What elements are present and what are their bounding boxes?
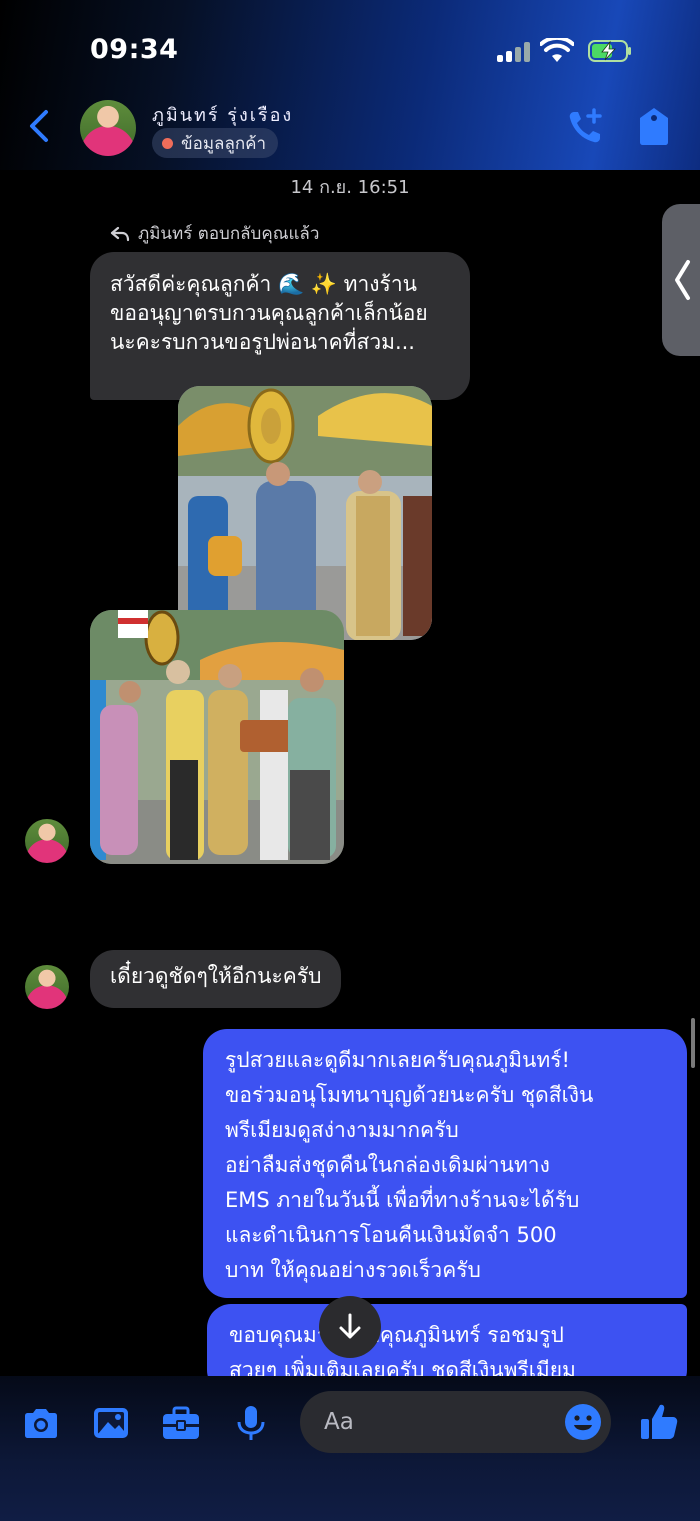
arrow-down-icon xyxy=(339,1313,361,1339)
customer-info-label: ข้อมูลลูกค้า xyxy=(181,133,267,154)
cellular-signal-icon xyxy=(497,42,531,62)
contact-avatar[interactable] xyxy=(80,100,136,156)
outgoing-message-text: รูปสวยและดูดีมากเลยครับคุณภูมินทร์! ขอร่… xyxy=(225,1048,594,1282)
sender-avatar[interactable] xyxy=(25,819,69,863)
microphone-icon[interactable] xyxy=(231,1403,271,1443)
ceremony-photo-1[interactable] xyxy=(178,386,432,640)
thumbs-up-icon[interactable] xyxy=(638,1401,680,1443)
quoted-message-bubble[interactable]: สวัสดีค่ะคุณลูกค้า 🌊 ✨ ทางร้าน ขออนุญาตร… xyxy=(90,252,470,400)
wifi-icon xyxy=(540,38,574,62)
quoted-message-text: สวัสดีค่ะคุณลูกค้า 🌊 ✨ ทางร้าน ขออนุญาตร… xyxy=(110,272,428,354)
scroll-to-bottom-button[interactable] xyxy=(319,1296,381,1358)
outgoing-message-bubble[interactable]: รูปสวยและดูดีมากเลยครับคุณภูมินทร์! ขอร่… xyxy=(203,1029,687,1298)
message-input-placeholder: Aa xyxy=(324,1409,354,1435)
photo-gallery-icon[interactable] xyxy=(91,1403,131,1443)
battery-charging-icon xyxy=(588,40,631,62)
reply-indicator: ภูมินทร์ ตอบกลับคุณแล้ว xyxy=(110,220,319,247)
sender-avatar[interactable] xyxy=(25,965,69,1009)
reply-arrow-icon xyxy=(110,226,130,241)
chevron-left-icon xyxy=(675,260,690,300)
emoji-icon[interactable] xyxy=(563,1402,603,1442)
status-dot xyxy=(162,137,173,149)
reply-label-text: ภูมินทร์ ตอบกลับคุณแล้ว xyxy=(138,224,320,244)
scrollbar[interactable] xyxy=(691,1018,695,1068)
ceremony-photo-2[interactable] xyxy=(90,610,344,864)
status-time: 09:34 xyxy=(90,34,179,65)
briefcase-icon[interactable] xyxy=(161,1403,201,1443)
camera-icon[interactable] xyxy=(21,1403,61,1443)
message-timestamp: 14 ก.ย. 16:51 xyxy=(290,177,410,198)
back-chevron-icon[interactable] xyxy=(24,106,58,146)
add-call-icon[interactable] xyxy=(566,106,606,146)
contact-name[interactable]: ภูมินทร์ รุ่งเรือง xyxy=(152,100,293,129)
incoming-message-bubble[interactable]: เดี๋ยวดูชัดๆให้อีกนะครับ xyxy=(90,950,342,1008)
customer-info-badge[interactable]: ข้อมูลลูกค้า xyxy=(152,128,279,158)
label-tag-icon[interactable] xyxy=(636,106,672,146)
side-panel-handle[interactable] xyxy=(662,204,700,356)
incoming-message-text: เดี๋ยวดูชัดๆให้อีกนะครับ xyxy=(110,964,322,988)
